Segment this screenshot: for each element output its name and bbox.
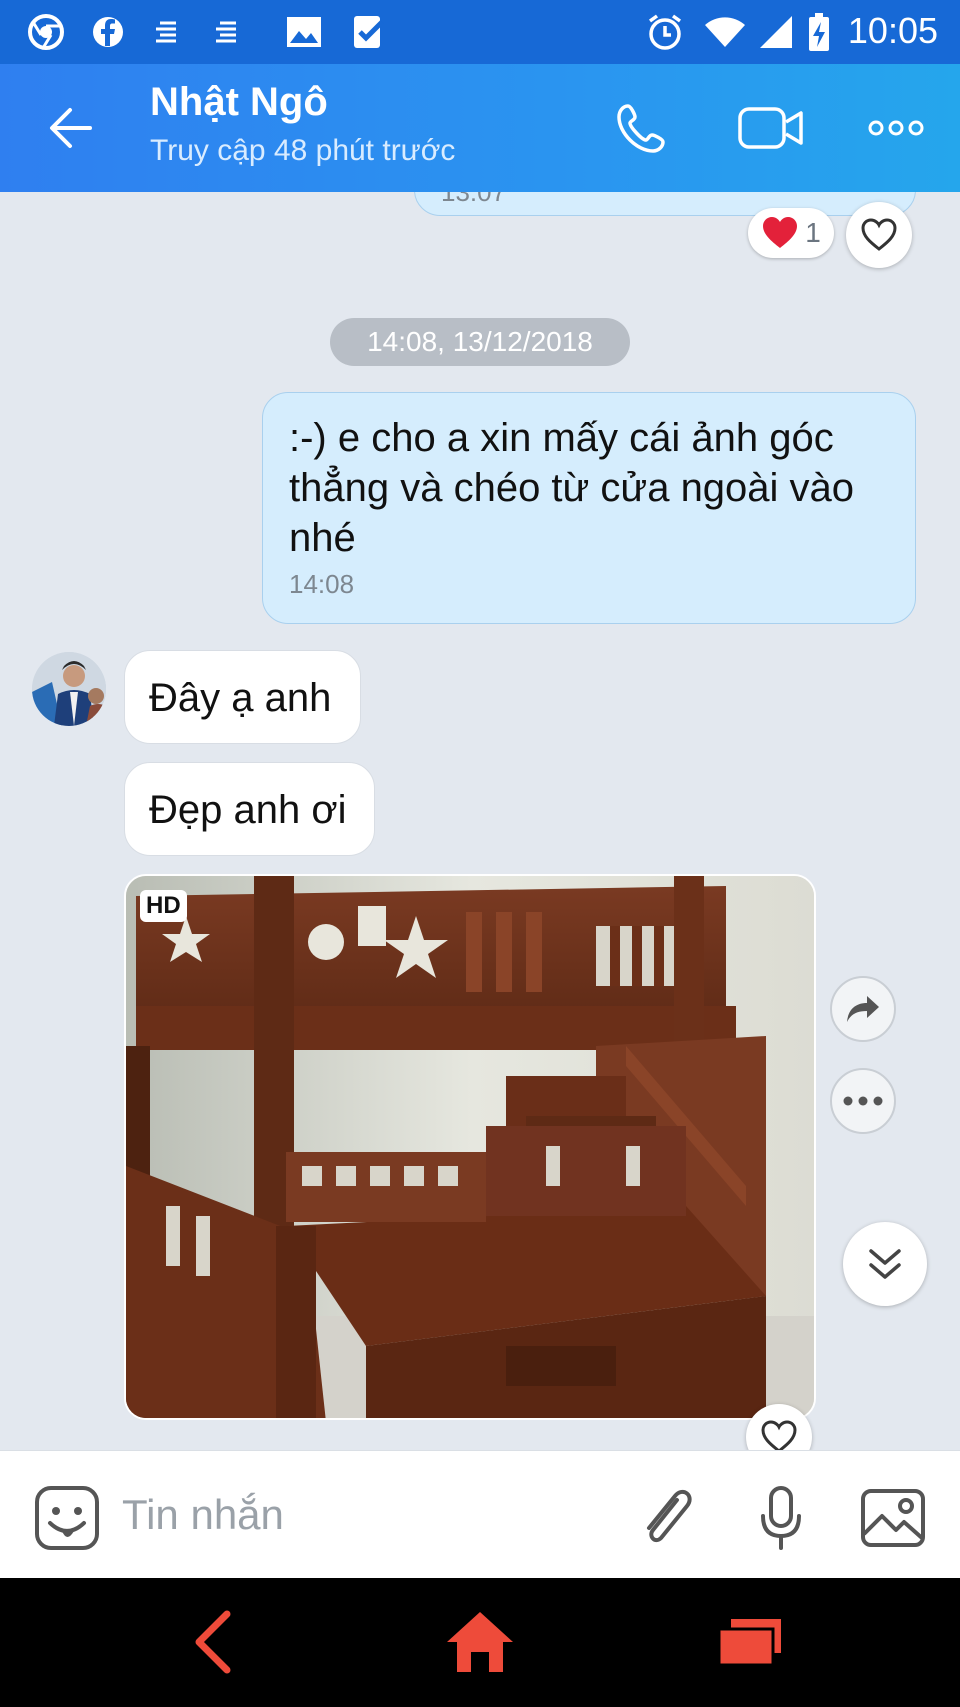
message-bubble-incoming[interactable]: Đẹp anh ơi (124, 762, 375, 856)
chrome-icon (26, 12, 66, 52)
message-time: 13:07 (441, 192, 507, 207)
bunk-bed-photo (126, 876, 814, 1418)
back-button[interactable] (44, 100, 100, 156)
heart-reaction-icon (763, 217, 798, 248)
message-text: :-) e cho a xin mấy cái ảnh góc thẳng và… (289, 416, 855, 560)
wifi-icon (702, 12, 748, 52)
nav-recents-button[interactable] (700, 1602, 800, 1682)
photo-message[interactable]: HD (124, 874, 816, 1420)
nav-back-button[interactable] (162, 1602, 262, 1682)
notification-lines-icon (206, 12, 246, 52)
message-input[interactable]: Tin nhắn (122, 1483, 602, 1547)
emoji-sticker-icon (35, 1486, 99, 1550)
video-call-icon (738, 107, 803, 149)
chat-header: Nhật Ngô Truy cập 48 phút trước (0, 64, 960, 192)
alarm-icon (644, 12, 686, 52)
message-bubble-outgoing[interactable]: 13:07 (414, 192, 916, 216)
video-call-button[interactable] (736, 98, 806, 158)
heart-outline-icon (761, 1420, 797, 1450)
sticker-button[interactable] (32, 1483, 102, 1553)
message-text: Đẹp anh ơi (149, 788, 347, 832)
message-options-button[interactable] (830, 1068, 896, 1134)
date-separator: 14:08, 13/12/2018 (330, 318, 630, 366)
message-text: Đây ạ anh (149, 676, 332, 720)
reaction-count-value: 1 (805, 217, 821, 248)
battery-charging-icon (804, 12, 834, 52)
message-bubble-outgoing[interactable]: :-) e cho a xin mấy cái ảnh góc thẳng và… (262, 392, 916, 624)
message-bubble-incoming[interactable]: Đây ạ anh (124, 650, 361, 744)
nav-home-icon (447, 1612, 513, 1672)
forward-button[interactable] (830, 976, 896, 1042)
react-button[interactable] (846, 202, 912, 268)
more-options-button[interactable] (864, 98, 928, 158)
status-bar: 10:05 (0, 0, 960, 64)
phone-icon (617, 104, 665, 153)
send-image-button[interactable] (858, 1483, 928, 1553)
message-composer: Tin nhắn (0, 1450, 960, 1578)
image-gallery-icon (861, 1489, 925, 1547)
voice-message-button[interactable] (746, 1483, 816, 1553)
notification-lines-icon (146, 12, 186, 52)
message-list[interactable]: 13:07 1 14:08, 13/12/2018 :-) e cho a xi… (0, 192, 960, 1450)
voice-call-button[interactable] (610, 98, 674, 158)
attach-button[interactable] (632, 1483, 702, 1553)
last-seen-status: Truy cập 48 phút trước (150, 134, 456, 167)
message-time: 14:08 (289, 569, 355, 599)
system-navigation-bar (0, 1578, 960, 1707)
facebook-icon (88, 12, 128, 52)
signal-icon (756, 12, 796, 52)
nav-back-icon (195, 1610, 231, 1674)
scroll-to-bottom-button[interactable] (843, 1222, 927, 1306)
clock: 10:05 (847, 10, 938, 51)
paperclip-icon (647, 1489, 692, 1543)
forward-share-icon (847, 996, 879, 1022)
more-horizontal-icon (843, 1096, 883, 1106)
double-chevron-down-icon (869, 1249, 901, 1279)
gallery-icon (284, 12, 324, 52)
contact-name[interactable]: Nhật Ngô (150, 80, 328, 125)
avatar[interactable] (32, 652, 106, 726)
microphone-icon (761, 1486, 801, 1550)
more-options-icon (868, 120, 924, 136)
hd-badge: HD (140, 890, 187, 922)
nav-home-button[interactable] (430, 1602, 530, 1682)
heart-outline-icon (861, 218, 897, 251)
back-arrow-icon (50, 108, 92, 148)
reaction-count[interactable]: 1 (748, 208, 834, 258)
check-task-icon (350, 12, 390, 52)
nav-recents-icon (717, 1619, 781, 1667)
